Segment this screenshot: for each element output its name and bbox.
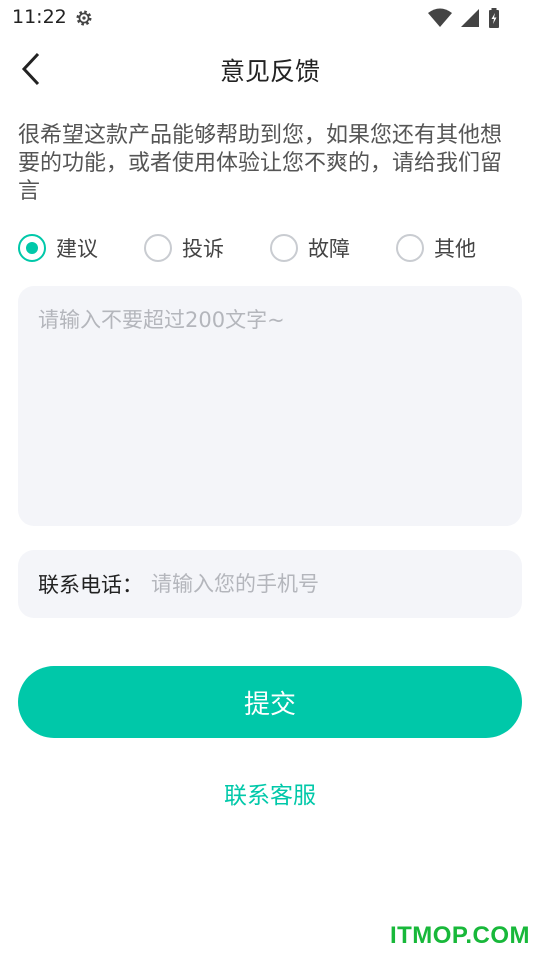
phone-field: 联系电话：	[18, 550, 522, 618]
settings-gear-icon	[76, 10, 92, 26]
intro-text: 很希望这款产品能够帮助到您，如果您还有其他想要的功能，或者使用体验让您不爽的，请…	[18, 123, 503, 204]
type-option-fault[interactable]: 故障	[270, 228, 350, 268]
radio-unselected-icon[interactable]	[396, 234, 424, 262]
type-label: 建议	[56, 237, 98, 261]
feedback-type-group: 建议 投诉 故障 其他	[18, 228, 522, 268]
battery-icon	[489, 8, 499, 28]
feedback-content-textarea[interactable]	[18, 286, 522, 526]
status-bar: 11:22	[0, 0, 540, 36]
phone-label: 联系电话：	[38, 573, 143, 597]
page-title: 意见反馈	[219, 57, 320, 86]
type-option-suggestion[interactable]: 建议	[18, 228, 98, 268]
nav-bar: 意见反馈	[0, 36, 540, 104]
type-label: 其他	[434, 237, 476, 261]
type-option-complaint[interactable]: 投诉	[144, 228, 224, 268]
radio-selected-icon[interactable]	[18, 234, 46, 262]
radio-unselected-icon[interactable]	[270, 234, 298, 262]
type-label: 故障	[308, 237, 350, 261]
type-option-other[interactable]: 其他	[396, 228, 476, 268]
phone-input[interactable]	[149, 563, 522, 605]
wifi-icon	[428, 8, 452, 27]
watermark-logo: ITMOP.COM	[389, 922, 530, 949]
radio-unselected-icon[interactable]	[144, 234, 172, 262]
submit-button[interactable]: 提交	[18, 666, 522, 738]
type-label: 投诉	[182, 237, 224, 261]
status-time: 11:22	[12, 6, 67, 28]
contact-support-link[interactable]: 联系客服	[0, 776, 540, 810]
signal-icon	[461, 9, 479, 27]
